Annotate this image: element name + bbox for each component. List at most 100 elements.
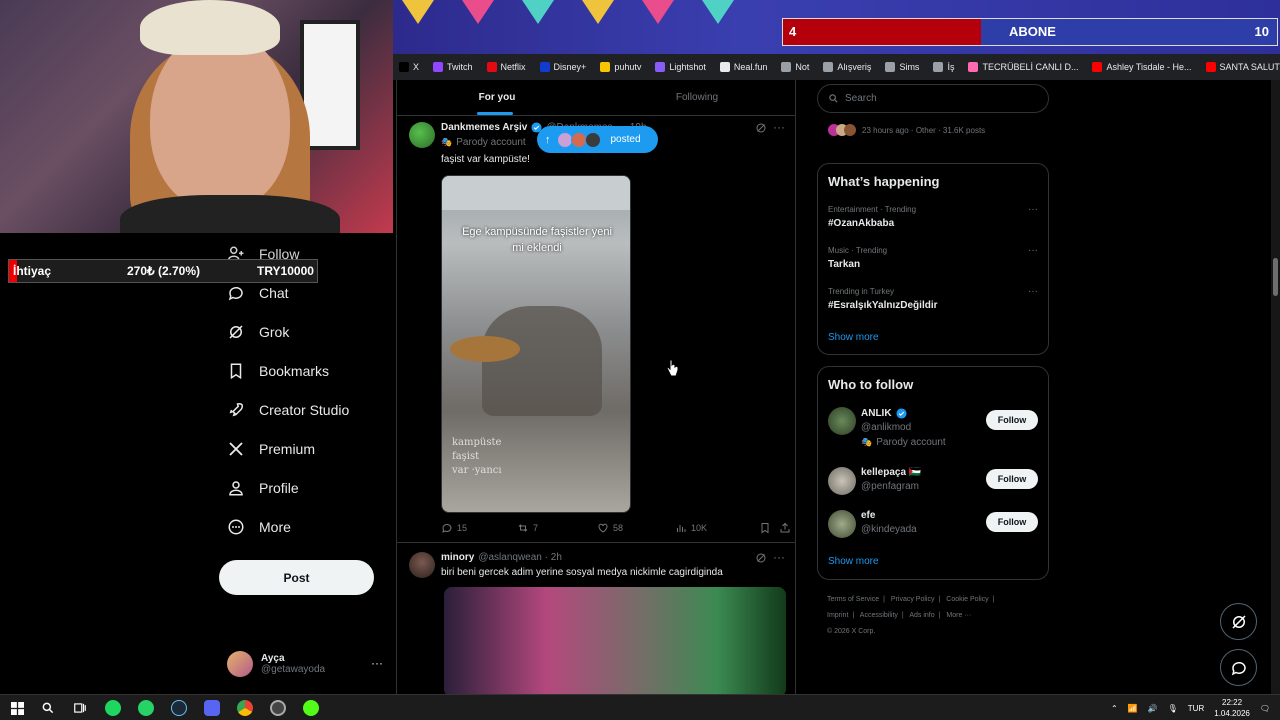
avatar[interactable] [409, 122, 435, 148]
footer-link[interactable]: Ads info [909, 612, 934, 619]
messages-fab[interactable] [1220, 649, 1257, 686]
bookmark-item[interactable]: İş [926, 62, 961, 72]
avatar[interactable] [828, 467, 856, 495]
bookmark-item[interactable]: Sims [878, 62, 926, 72]
sidebar-item-bookmarks[interactable]: Bookmarks [227, 362, 329, 380]
account-switcher[interactable]: Ayça @getawayoda ··· [227, 648, 387, 680]
tweet-author-name[interactable]: minory [441, 552, 474, 563]
page-scrollbar[interactable] [1271, 80, 1280, 694]
show-more-link[interactable]: Show more [828, 556, 879, 567]
bookmark-label: Neal.fun [733, 62, 768, 72]
notifications-icon[interactable]: 🗨 [1260, 704, 1270, 713]
bookmark-favicon-icon [933, 62, 944, 72]
bookmark-item[interactable]: Disney+ [533, 62, 594, 72]
sidebar-item-more[interactable]: More [227, 518, 291, 536]
tweet-media-video[interactable]: Ege kampüsünde faşistler yeni mi eklendi… [441, 175, 631, 513]
parody-mask-icon: 🎭 [861, 437, 873, 447]
show-more-link[interactable]: Show more [828, 332, 879, 343]
task-view-icon[interactable] [72, 700, 88, 716]
kick-icon[interactable] [303, 700, 319, 716]
bookmark-item[interactable]: Netflix [480, 62, 533, 72]
bookmark-item[interactable]: Ashley Tisdale - He... [1085, 62, 1198, 72]
bookmark-icon[interactable] [759, 522, 771, 534]
wifi-icon[interactable]: 📶 [1128, 704, 1138, 713]
spotify-icon[interactable] [105, 700, 121, 716]
footer-link[interactable]: Terms of Service [827, 596, 879, 603]
reply-button[interactable]: 15 [441, 522, 517, 534]
footer-link[interactable]: More ··· [946, 612, 971, 619]
sidebar-item-premium[interactable]: Premium [227, 440, 315, 458]
bookmark-item[interactable]: Not [774, 62, 816, 72]
tab-following[interactable]: Following [597, 80, 795, 115]
sidebar-item-label: Profile [259, 480, 299, 496]
clock[interactable]: 22:22 1.04.2026 [1214, 697, 1250, 719]
microphone-icon[interactable]: 🎙 [1168, 704, 1178, 713]
new-posts-pill[interactable]: ↑ posted [537, 126, 658, 153]
footer-link[interactable]: Imprint [827, 612, 848, 619]
follow-button[interactable]: Follow [986, 512, 1038, 532]
steam-icon[interactable] [171, 700, 187, 716]
suggestion-name: kellepaça 🇵🇸 [861, 467, 922, 478]
chevron-up-icon[interactable]: ⌃ [1111, 704, 1118, 713]
webcam-person-hat [140, 0, 280, 55]
bookmark-item[interactable]: X [392, 62, 426, 72]
grok-icon [1231, 614, 1246, 629]
more-icon[interactable]: ··· [1028, 204, 1038, 215]
bunting-flag [702, 0, 734, 24]
bookmark-item[interactable]: TECRÜBELİ CANLI D... [961, 62, 1085, 72]
chrome-icon[interactable] [237, 700, 253, 716]
bookmark-item[interactable]: Neal.fun [713, 62, 775, 72]
bookmark-item[interactable]: Twitch [426, 62, 480, 72]
scrollbar-thumb[interactable] [1273, 258, 1278, 296]
search-input[interactable]: Search [817, 84, 1049, 113]
footer-link[interactable]: Cookie Policy [946, 596, 988, 603]
avatar [584, 131, 601, 148]
footer-links: Terms of Service | Privacy Policy | Cookie… [827, 592, 1047, 640]
sidebar-item-grok[interactable]: Grok [227, 323, 289, 341]
discord-icon[interactable] [204, 700, 220, 716]
sidebar-item-profile[interactable]: Profile [227, 479, 299, 497]
avatar[interactable] [828, 510, 856, 538]
follow-button[interactable]: Follow [986, 469, 1038, 489]
more-icon[interactable]: ··· [773, 120, 785, 134]
tab-for-you[interactable]: For you [397, 80, 597, 115]
post-button[interactable]: Post [219, 560, 374, 595]
tweet-media-video[interactable] [444, 587, 786, 694]
language-indicator[interactable]: TUR [1188, 704, 1204, 713]
bookmark-item[interactable]: Alışveriş [816, 62, 878, 72]
more-icon[interactable]: ··· [773, 550, 785, 564]
avatar[interactable] [409, 552, 435, 578]
windows-start-icon[interactable] [9, 700, 25, 716]
more-icon[interactable]: ··· [1028, 245, 1038, 256]
views-button[interactable]: 10K [675, 522, 759, 534]
bookmark-item[interactable]: puhutv [593, 62, 648, 72]
sidebar-item-chat[interactable]: Chat [227, 284, 289, 302]
media-sky [442, 176, 630, 210]
bookmark-favicon-icon [885, 62, 896, 72]
search-icon[interactable] [40, 700, 56, 716]
avatar [844, 124, 856, 136]
grok-fab[interactable] [1220, 603, 1257, 640]
rocket-icon [229, 403, 243, 417]
tweet-author-name[interactable]: Dankmemes Arşiv [441, 122, 527, 133]
footer-link[interactable]: Accessibility [860, 612, 898, 619]
grok-icon[interactable] [755, 122, 767, 134]
footer-link[interactable]: Privacy Policy [891, 596, 935, 603]
avatar[interactable] [828, 407, 856, 435]
volume-icon[interactable]: 🔊 [1148, 704, 1158, 713]
bookmark-item[interactable]: Lightshot [648, 62, 713, 72]
more-icon[interactable]: ··· [371, 656, 383, 670]
grok-icon[interactable] [755, 552, 767, 564]
sidebar-item-label: More [259, 519, 291, 535]
repost-button[interactable]: 7 [517, 522, 597, 534]
more-icon[interactable]: ··· [1028, 286, 1038, 297]
follow-button[interactable]: Follow [986, 410, 1038, 430]
bookmark-favicon-icon [433, 62, 444, 72]
bookmark-favicon-icon [600, 62, 611, 72]
obs-icon[interactable] [270, 700, 286, 716]
whatsapp-icon[interactable] [138, 700, 154, 716]
bookmark-item[interactable]: SANTA SALUT - CYP... [1199, 62, 1280, 72]
sidebar-item-creator-studio[interactable]: Creator Studio [227, 401, 349, 419]
like-button[interactable]: 58 [597, 522, 675, 534]
share-icon[interactable] [779, 522, 791, 534]
